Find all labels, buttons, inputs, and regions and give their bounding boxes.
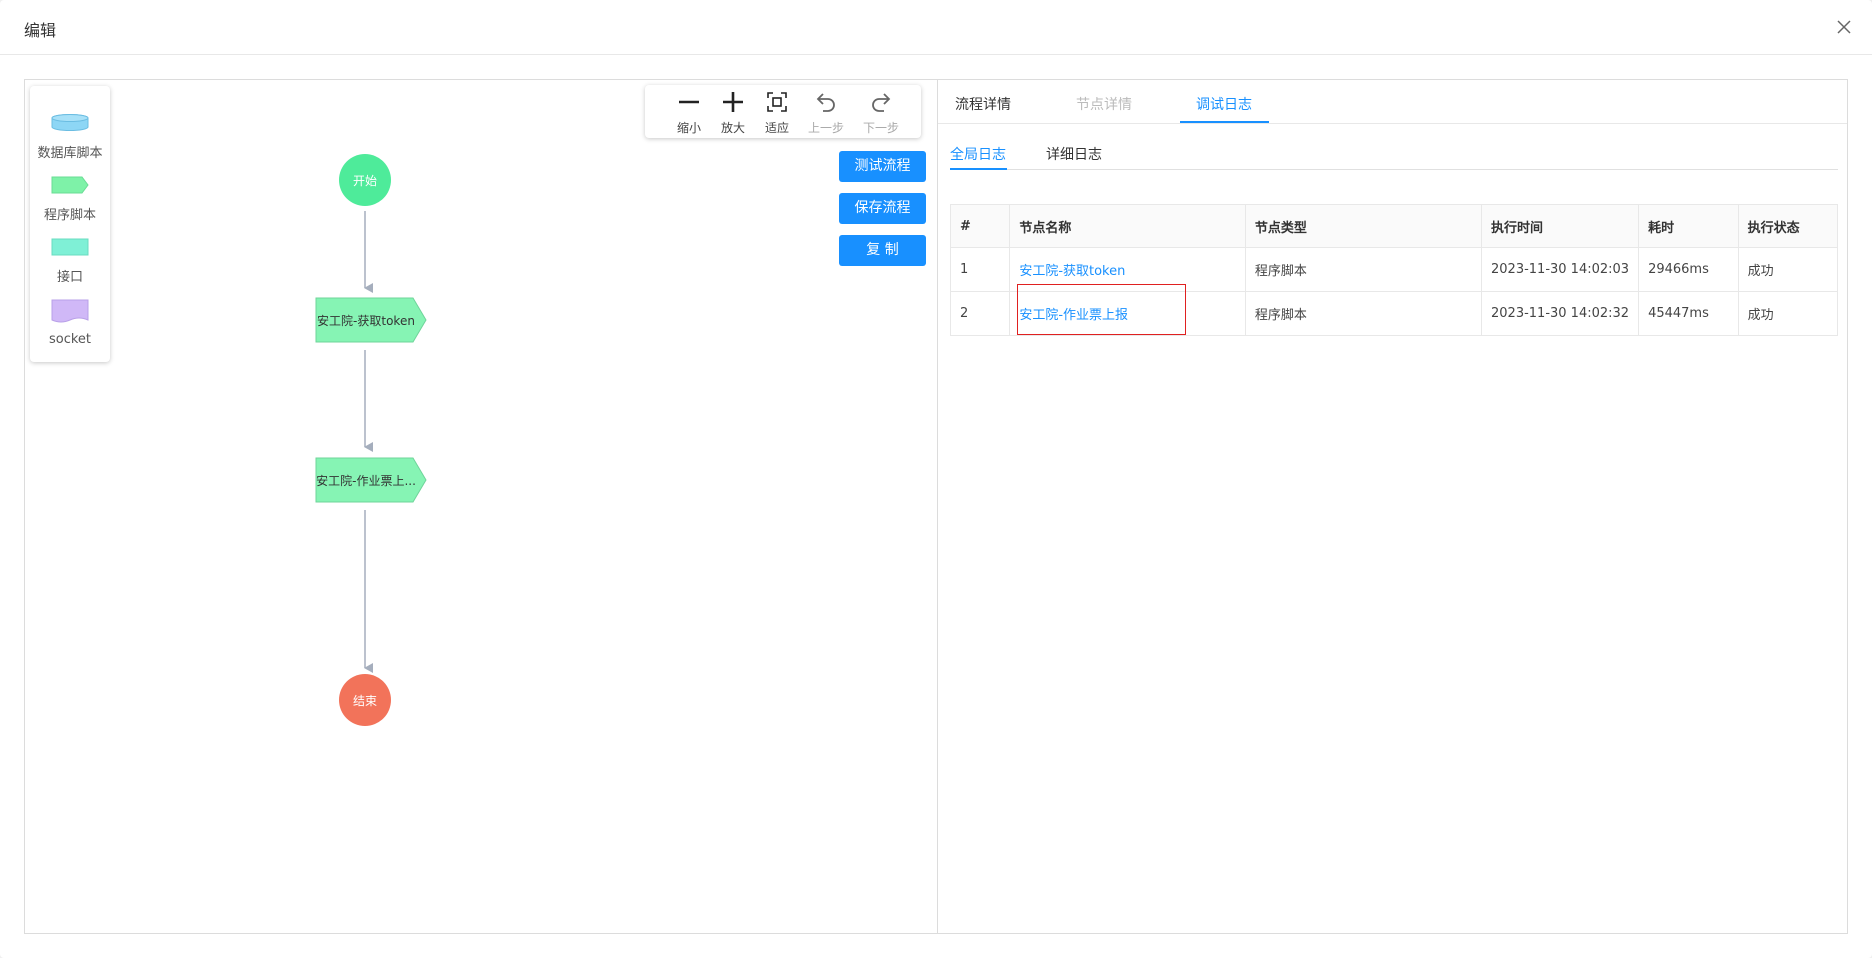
node-type-cell: 程序脚本 bbox=[1244, 247, 1483, 292]
table-row: 2 安工院-作业票上报 程序脚本 2023-11-30 14:02:32 454… bbox=[949, 291, 1839, 336]
node-type-cell: 程序脚本 bbox=[1244, 291, 1483, 336]
end-node-label: 结束 bbox=[352, 694, 377, 708]
tab-flow-details[interactable]: 流程详情 bbox=[955, 94, 1011, 114]
subtab-global-log[interactable]: 全局日志 bbox=[950, 144, 1006, 164]
node-label: 安工院-作业票上... bbox=[316, 474, 416, 488]
row-index: 1 bbox=[949, 247, 1011, 292]
column-header: 执行状态 bbox=[1737, 204, 1839, 248]
table-row: 1 安工院-获取token 程序脚本 2023-11-30 14:02:03 2… bbox=[949, 247, 1839, 292]
subtab-detail-log[interactable]: 详细日志 bbox=[1046, 144, 1102, 164]
table-header-row: # 节点名称 节点类型 执行时间 耗时 执行状态 bbox=[949, 204, 1839, 248]
exec-time-cell: 2023-11-30 14:02:03 bbox=[1480, 247, 1640, 292]
modal-title: 编辑 bbox=[24, 21, 57, 40]
active-subtab-indicator bbox=[950, 168, 1007, 170]
row-index: 2 bbox=[949, 291, 1011, 336]
status-cell: 成功 bbox=[1737, 291, 1839, 336]
node-name-link[interactable]: 安工院-作业票上报 bbox=[1019, 308, 1128, 323]
node-label: 安工院-获取token bbox=[317, 314, 415, 328]
column-header: 耗时 bbox=[1638, 204, 1739, 248]
tab-node-details[interactable]: 节点详情 bbox=[1076, 94, 1132, 114]
duration-cell: 45447ms bbox=[1638, 291, 1739, 336]
active-tab-indicator bbox=[1180, 121, 1269, 123]
detail-panel: 流程详情 节点详情 调试日志 全局日志 详细日志 # 节点名称 节点类型 执行时… bbox=[938, 80, 1847, 933]
start-node-label: 开始 bbox=[352, 174, 377, 188]
tab-debug-log[interactable]: 调试日志 bbox=[1196, 94, 1252, 114]
log-table: # 节点名称 节点类型 执行时间 耗时 执行状态 1 安工院-获取token 程… bbox=[949, 204, 1839, 336]
status-cell: 成功 bbox=[1737, 247, 1839, 292]
exec-time-cell: 2023-11-30 14:02:32 bbox=[1480, 291, 1640, 336]
column-header: 执行时间 bbox=[1480, 204, 1640, 248]
editor-frame: 数据库脚本 程序脚本 接口 socket 缩小 放大 适应 上一步 下一步 测试… bbox=[24, 79, 1848, 934]
log-subtabs: 全局日志 详细日志 bbox=[950, 144, 1838, 170]
column-header: 节点类型 bbox=[1244, 204, 1483, 248]
node-name-link[interactable]: 安工院-获取token bbox=[1019, 264, 1125, 279]
duration-cell: 29466ms bbox=[1638, 247, 1739, 292]
node-name-cell: 安工院-作业票上报 bbox=[1009, 291, 1246, 336]
flow-canvas[interactable]: 数据库脚本 程序脚本 接口 socket 缩小 放大 适应 上一步 下一步 测试… bbox=[25, 80, 938, 933]
modal-header: 编辑 bbox=[0, 0, 1872, 55]
node-name-cell: 安工院-获取token bbox=[1009, 247, 1246, 292]
edit-modal: 编辑 数据库脚本 程序脚本 接口 socket 缩小 放大 适应 上一步 下一步… bbox=[0, 0, 1872, 958]
close-icon[interactable] bbox=[1834, 17, 1854, 37]
flow-diagram bbox=[315, 154, 427, 726]
panel-tabs: 流程详情 节点详情 调试日志 bbox=[938, 80, 1847, 124]
column-header: 节点名称 bbox=[1009, 204, 1246, 248]
column-header: # bbox=[949, 204, 1011, 248]
